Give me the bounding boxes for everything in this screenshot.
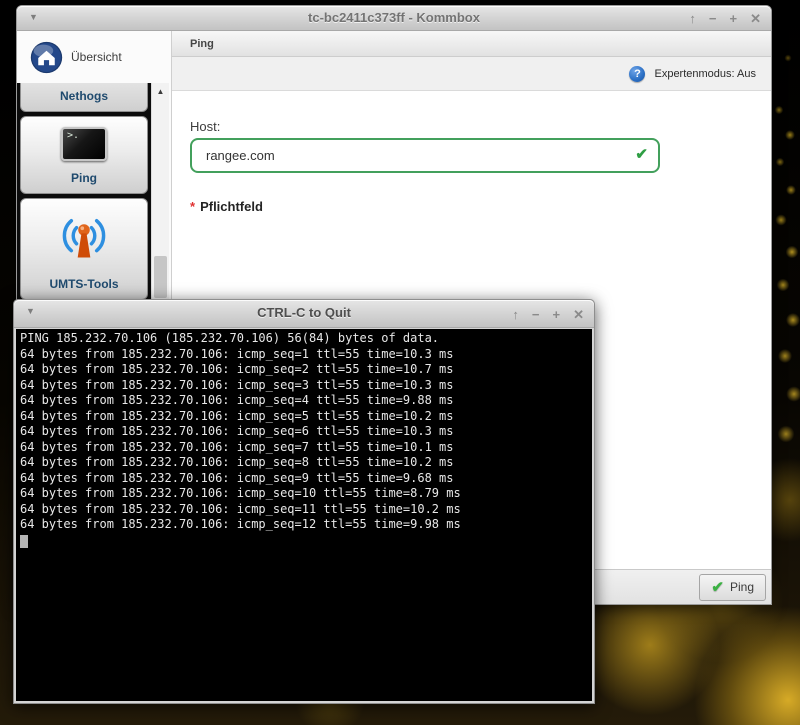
- terminal-line: 64 bytes from 185.232.70.106: icmp_seq=9…: [20, 471, 592, 487]
- kommbox-titlebar[interactable]: ▼ tc-bc2411c373ff - Kommbox ↑ − + ✕: [17, 6, 771, 31]
- terminal-cursor: [20, 535, 28, 548]
- required-label: Pflichtfeld: [200, 199, 263, 214]
- scrollbar-thumb[interactable]: [154, 256, 167, 298]
- terminal-line: 64 bytes from 185.232.70.106: icmp_seq=5…: [20, 409, 592, 425]
- minimize-button[interactable]: −: [709, 10, 717, 27]
- terminal-window-controls: ↑ − + ✕: [512, 306, 584, 323]
- ping-button[interactable]: ✔ Ping: [699, 574, 766, 601]
- expert-mode-bar: ? Expertenmodus: Aus: [172, 57, 771, 91]
- ping-tab-header: Ping: [172, 31, 771, 57]
- terminal-titlebar[interactable]: ▼ CTRL-C to Quit ↑ − + ✕: [14, 300, 594, 328]
- sidebar-item-overview[interactable]: Übersicht: [17, 31, 171, 83]
- sidebar-item-overview-label: Übersicht: [71, 50, 122, 64]
- ping-button-label: Ping: [730, 580, 754, 594]
- terminal-line: 64 bytes from 185.232.70.106: icmp_seq=1…: [20, 517, 592, 533]
- sidebar-item-nethogs-label: Nethogs: [60, 89, 108, 111]
- required-star: *: [190, 199, 195, 214]
- host-input[interactable]: [190, 138, 660, 173]
- scrollbar-up-icon[interactable]: ▲: [152, 83, 169, 99]
- terminal-line: 64 bytes from 185.232.70.106: icmp_seq=4…: [20, 393, 592, 409]
- terminal-minimize-button[interactable]: −: [532, 306, 540, 323]
- help-icon[interactable]: ?: [629, 66, 645, 82]
- host-label: Host:: [190, 119, 220, 134]
- terminal-line: 64 bytes from 185.232.70.106: icmp_seq=1…: [20, 486, 592, 502]
- terminal-line: 64 bytes from 185.232.70.106: icmp_seq=8…: [20, 455, 592, 471]
- close-button[interactable]: ✕: [750, 10, 761, 27]
- terminal-line: 64 bytes from 185.232.70.106: icmp_seq=1…: [20, 502, 592, 518]
- terminal-window: ▼ CTRL-C to Quit ↑ − + ✕ PING 185.232.70…: [13, 299, 595, 704]
- terminal-window-title: CTRL-C to Quit: [14, 305, 594, 320]
- terminal-icon: >.: [61, 127, 107, 161]
- terminal-line: PING 185.232.70.106 (185.232.70.106) 56(…: [20, 331, 592, 347]
- home-icon: [30, 41, 63, 74]
- host-input-wrap: ✔: [190, 138, 660, 173]
- terminal-line: 64 bytes from 185.232.70.106: icmp_seq=1…: [20, 347, 592, 363]
- sidebar-item-umts-tools-label: UMTS-Tools: [49, 277, 118, 299]
- terminal-close-button[interactable]: ✕: [573, 306, 584, 323]
- sidebar-item-nethogs[interactable]: Nethogs: [20, 83, 148, 112]
- maximize-button[interactable]: +: [730, 10, 738, 27]
- valid-check-icon: ✔: [635, 145, 648, 163]
- window-controls: ↑ − + ✕: [689, 10, 761, 27]
- terminal-line: 64 bytes from 185.232.70.106: icmp_seq=2…: [20, 362, 592, 378]
- terminal-line: 64 bytes from 185.232.70.106: icmp_seq=6…: [20, 424, 592, 440]
- terminal-output[interactable]: PING 185.232.70.106 (185.232.70.106) 56(…: [16, 329, 592, 701]
- ping-tab-label: Ping: [190, 38, 214, 50]
- sidebar-item-umts-tools[interactable]: UMTS-Tools: [20, 198, 148, 300]
- antenna-icon: [56, 215, 112, 261]
- required-field-note: * Pflichtfeld: [190, 199, 263, 214]
- ping-button-check-icon: ✔: [711, 578, 724, 596]
- desktop-background: ▼ tc-bc2411c373ff - Kommbox ↑ − + ✕: [0, 0, 800, 725]
- sidebar-item-ping-label: Ping: [71, 171, 97, 193]
- sidebar-item-ping[interactable]: >. Ping: [20, 116, 148, 194]
- window-title: tc-bc2411c373ff - Kommbox: [17, 10, 771, 25]
- shade-button[interactable]: ↑: [689, 10, 696, 27]
- terminal-maximize-button[interactable]: +: [553, 306, 561, 323]
- expert-mode-label[interactable]: Expertenmodus: Aus: [654, 68, 756, 80]
- terminal-shade-button[interactable]: ↑: [512, 306, 519, 323]
- terminal-line: 64 bytes from 185.232.70.106: icmp_seq=3…: [20, 378, 592, 394]
- terminal-icon-prompt: >.: [67, 130, 79, 141]
- terminal-line: 64 bytes from 185.232.70.106: icmp_seq=7…: [20, 440, 592, 456]
